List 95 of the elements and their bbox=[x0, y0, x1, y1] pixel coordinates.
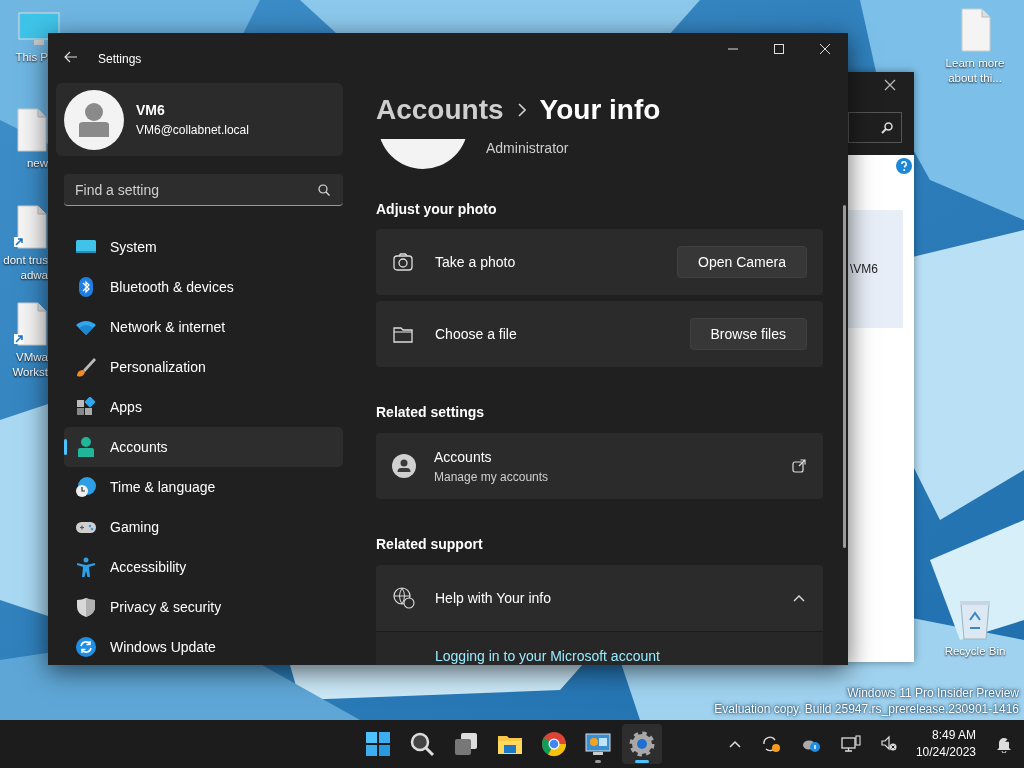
date-text: 10/24/2023 bbox=[915, 744, 976, 761]
page-title: Your info bbox=[539, 93, 661, 127]
nav-item[interactable]: Privacy & security bbox=[64, 587, 343, 627]
search-field[interactable]: Find a setting bbox=[64, 174, 343, 206]
person-circle-icon bbox=[392, 454, 416, 478]
chevron-right-icon bbox=[517, 103, 526, 117]
taskbar-button[interactable] bbox=[622, 724, 662, 764]
nav-label: Accessibility bbox=[110, 557, 187, 577]
nav-item[interactable]: Apps bbox=[64, 387, 343, 427]
close-icon bbox=[820, 44, 830, 54]
account-role: Administrator bbox=[486, 139, 569, 158]
search-icon bbox=[408, 730, 436, 758]
shield-icon bbox=[75, 597, 97, 617]
time-text: 8:49 AM bbox=[930, 727, 976, 744]
action-button[interactable]: Browse files bbox=[689, 318, 807, 350]
settings-card[interactable]: Accounts Manage my accounts bbox=[376, 433, 823, 499]
gear-icon bbox=[628, 730, 656, 758]
nav-label: Gaming bbox=[110, 517, 160, 537]
section-heading: Related support bbox=[376, 535, 484, 554]
accessibility-icon bbox=[75, 557, 97, 577]
volume-muted-icon bbox=[880, 735, 897, 753]
chrome-icon bbox=[540, 730, 568, 758]
camera-icon bbox=[393, 253, 413, 271]
profile-card[interactable]: VM6 VM6@collabnet.local bbox=[56, 83, 343, 156]
clock-button[interactable]: 8:49 AM 10/24/2023 bbox=[911, 724, 980, 764]
nav-label: Network & internet bbox=[110, 317, 226, 337]
user-path: \VM6 bbox=[850, 261, 878, 278]
card-title: Accounts bbox=[434, 447, 493, 467]
user-name: VM6 bbox=[136, 101, 166, 120]
nav-item[interactable]: Personalization bbox=[64, 347, 343, 387]
running-indicator bbox=[595, 760, 601, 763]
file-icon bbox=[958, 8, 992, 52]
user-email: VM6@collabnet.local bbox=[136, 122, 249, 139]
monitor-icon bbox=[18, 12, 60, 46]
maximize-icon bbox=[774, 44, 784, 54]
nav-item[interactable]: Gaming bbox=[64, 507, 343, 547]
sync-icon bbox=[760, 735, 781, 753]
nav-label: System bbox=[110, 237, 157, 257]
brush-icon bbox=[75, 357, 97, 377]
close-icon[interactable] bbox=[884, 79, 896, 91]
start-icon bbox=[364, 730, 392, 758]
icon-label[interactable]: dont trus bbox=[3, 253, 48, 268]
icon-label[interactable]: VMwa bbox=[16, 350, 48, 365]
shortcut-file-icon bbox=[14, 205, 48, 249]
back-arrow-icon bbox=[64, 51, 78, 63]
card-subtitle: Manage my accounts bbox=[434, 468, 549, 486]
nav-item[interactable]: Windows Update bbox=[64, 627, 343, 665]
running-indicator bbox=[635, 760, 649, 763]
icon-label[interactable]: Workst bbox=[12, 365, 48, 380]
monitor-icon bbox=[584, 730, 612, 758]
section-heading: Adjust your photo bbox=[376, 200, 498, 219]
network-icon bbox=[840, 735, 861, 753]
nav-item[interactable]: Accessibility bbox=[64, 547, 343, 587]
watermark-text: Evaluation copy. Build 25947.rs_prerelease.230901-1416 bbox=[714, 701, 1019, 717]
notification-bell-icon bbox=[995, 735, 1013, 753]
action-button[interactable]: Open Camera bbox=[677, 246, 807, 278]
file-icon bbox=[14, 108, 48, 152]
section-heading: Related settings bbox=[376, 403, 486, 422]
nav-label: Privacy & security bbox=[110, 597, 222, 617]
recycle-bin-icon bbox=[958, 598, 992, 640]
task-view-icon bbox=[452, 730, 480, 758]
card-label: Choose a file bbox=[435, 324, 517, 344]
nav-label: Accounts bbox=[110, 437, 168, 457]
expander-header[interactable]: Help with Your info bbox=[376, 565, 823, 631]
nav-item[interactable]: Network & internet bbox=[64, 307, 343, 347]
search-icon bbox=[881, 121, 893, 134]
nav-label: Windows Update bbox=[110, 637, 216, 657]
search-field[interactable] bbox=[848, 112, 902, 143]
apps-icon bbox=[75, 397, 97, 417]
person-icon bbox=[75, 437, 97, 457]
person-icon bbox=[79, 102, 109, 137]
selection-indicator bbox=[64, 439, 67, 455]
nav-label: Time & language bbox=[110, 477, 216, 497]
watermark-text: Windows 11 Pro Insider Preview bbox=[846, 685, 1019, 701]
globe-clock-icon bbox=[75, 477, 97, 497]
search-icon[interactable] bbox=[318, 184, 330, 196]
nav-label: Personalization bbox=[110, 357, 206, 377]
nav-item[interactable]: Time & language bbox=[64, 467, 343, 507]
globe-help-icon bbox=[393, 587, 415, 609]
folder-icon bbox=[393, 325, 413, 343]
scrollbar-thumb[interactable] bbox=[843, 205, 846, 548]
sync-icon bbox=[75, 637, 97, 657]
card-title: Help with Your info bbox=[435, 588, 551, 608]
breadcrumb-link[interactable]: Accounts bbox=[376, 89, 504, 131]
card-label: Take a photo bbox=[435, 252, 516, 272]
nav-item[interactable]: Accounts bbox=[64, 427, 343, 467]
external-link-icon bbox=[792, 459, 806, 473]
window-title: Settings bbox=[98, 51, 142, 68]
icon-label[interactable]: adwa bbox=[20, 268, 48, 283]
nav-item[interactable]: Bluetooth & devices bbox=[64, 267, 343, 307]
chevron-up-icon bbox=[793, 594, 805, 602]
nav-label: Bluetooth & devices bbox=[110, 277, 234, 297]
shortcut-file-icon bbox=[14, 302, 48, 346]
nav-label: Apps bbox=[110, 397, 142, 417]
nav-item[interactable]: System bbox=[64, 227, 343, 267]
